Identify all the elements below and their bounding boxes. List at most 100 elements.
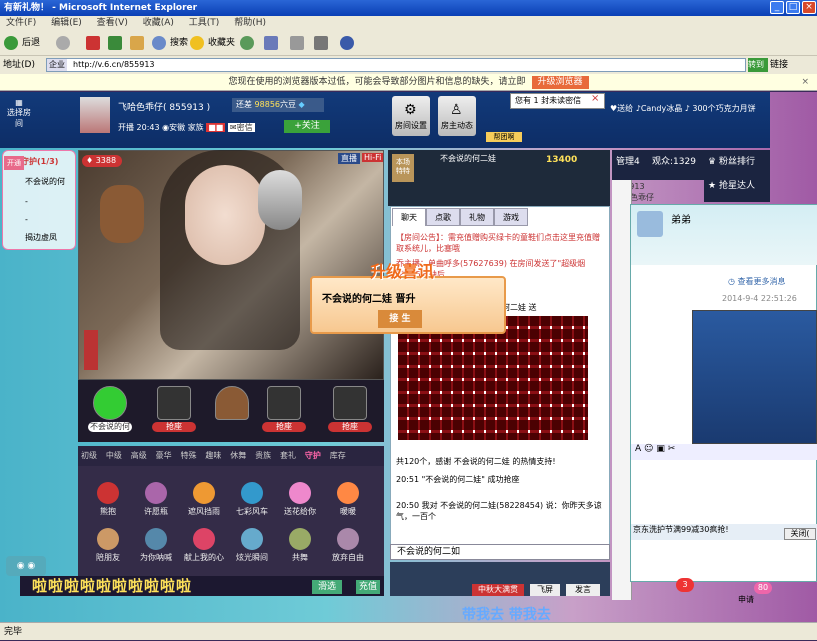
image-icon[interactable]: ▣ [656, 444, 665, 454]
tab-audience[interactable]: 观众:1329 [652, 154, 696, 167]
chat-head-count: 13400 [546, 155, 578, 165]
host-avatar[interactable] [80, 97, 110, 133]
follow-button[interactable]: +关注 [284, 120, 330, 133]
stop-button[interactable] [86, 34, 104, 52]
fly-screen-button[interactable]: 飞屏 [530, 584, 560, 596]
home-button[interactable] [130, 34, 148, 52]
qq-ad-text[interactable]: 京东洗护节满99减30疯抢! [633, 525, 729, 534]
viewer-list[interactable] [612, 180, 632, 600]
room-settings-button[interactable]: ⚙ 房间设置 [392, 96, 430, 136]
volume-meter[interactable] [84, 330, 98, 370]
chat-input[interactable]: 不会说的何二如 [390, 544, 610, 560]
menu-favorites[interactable]: 收藏(A) [143, 18, 174, 28]
apply-button[interactable]: 申请 [738, 594, 754, 605]
tab-gift-category[interactable]: 套礼 [280, 451, 296, 460]
qq-close-button[interactable]: 关闭( [784, 528, 816, 540]
minimize-button[interactable]: _ [770, 1, 784, 14]
gift-item[interactable]: 放弃自由 [328, 528, 368, 563]
notify-badge[interactable]: 3 [676, 578, 694, 592]
edit-button[interactable] [314, 34, 332, 52]
tab-song[interactable]: 点歌 [426, 208, 460, 226]
slogan-text: 带我去 带我去 [462, 607, 551, 623]
gift-item[interactable]: 共舞 [280, 528, 320, 563]
danmu-mode-button[interactable]: 滑选 [312, 580, 342, 594]
mid-autumn-button[interactable]: 中秋大满贯 [472, 584, 524, 596]
recharge-button[interactable]: 充值 [356, 580, 380, 594]
history-button[interactable] [240, 34, 258, 52]
chat-head-user[interactable]: 不会说的何二娃 [440, 153, 496, 164]
links-label[interactable]: 链接 [770, 56, 788, 74]
rank-panel: ♛ 粉丝排行 ★ 抢星达人 [704, 150, 770, 202]
favorites-button[interactable]: 收藏夹 [190, 34, 235, 52]
host-trends-button[interactable]: ♙ 房主动态 [438, 96, 476, 136]
seat-character[interactable] [210, 386, 254, 434]
rob-star-button[interactable]: ★ 抢星达人 [708, 178, 755, 191]
gift-item[interactable]: 献上我的心 [184, 528, 224, 563]
tab-gift-category[interactable]: 高级 [131, 451, 147, 460]
levelup-button[interactable]: 接 生 [378, 310, 422, 328]
font-icon[interactable]: A [635, 444, 641, 454]
host-name[interactable]: 飞哈色乖仔 [118, 103, 163, 113]
tab-gift-category[interactable]: 特殊 [181, 451, 197, 460]
gift-item[interactable]: 遮风挡雨 [184, 482, 224, 517]
menu-edit[interactable]: 编辑(E) [51, 18, 82, 28]
menu-help[interactable]: 帮助(H) [234, 18, 266, 28]
qq-avatar[interactable] [637, 211, 663, 237]
seat-slot[interactable]: 不会说的何 [88, 386, 132, 434]
tab-gift-category[interactable]: 趣味 [205, 451, 221, 460]
maximize-button[interactable]: □ [786, 1, 800, 14]
tab-gift[interactable]: 礼物 [460, 208, 494, 226]
secret-letter-button[interactable]: ✉密信 [227, 123, 255, 132]
gift-item[interactable]: 熊抱 [88, 482, 128, 517]
messenger-button[interactable] [340, 34, 358, 52]
seat-slot[interactable]: 抢座 [328, 386, 372, 434]
gift-item[interactable]: 暖暖 [328, 482, 368, 517]
tab-game[interactable]: 游戏 [494, 208, 528, 226]
qq-screenshot-image[interactable] [692, 310, 817, 444]
tab-gift-category-active[interactable]: 守护 [305, 451, 321, 460]
forward-button[interactable] [56, 34, 74, 52]
mail-button[interactable] [264, 34, 282, 52]
tab-gift-category[interactable]: 初级 [81, 451, 97, 460]
guard-open-button[interactable]: 开通 [4, 156, 24, 170]
menu-view[interactable]: 查看(V) [97, 18, 128, 28]
tab-gift-category[interactable]: 豪华 [156, 451, 172, 460]
select-room-button[interactable]: ▦ 选择房间 [4, 98, 34, 128]
close-button[interactable]: × [802, 1, 816, 14]
back-button[interactable]: 后退 [4, 34, 40, 52]
gift-item[interactable]: 送花给你 [280, 482, 320, 517]
notice-close-icon[interactable]: × [591, 93, 599, 104]
search-button[interactable]: 搜索 [152, 34, 188, 52]
team-badge[interactable]: 帮团啊 [486, 132, 522, 142]
url-input[interactable]: 企业 http://v.6.cn/855913 [46, 58, 746, 72]
upgrade-browser-button[interactable]: 升级浏览器 [531, 76, 589, 89]
tab-guard[interactable]: 管理4 [616, 154, 640, 167]
menu-tools[interactable]: 工具(T) [189, 18, 220, 28]
host-id: ( 855913 ) [163, 103, 211, 113]
go-button[interactable]: 转到 [748, 58, 768, 72]
apply-count-badge: 80 [754, 582, 772, 594]
fans-rank-button[interactable]: ♛ 粉丝排行 [708, 154, 755, 167]
video-figure-face [185, 165, 265, 265]
tab-gift-category[interactable]: 贵族 [255, 451, 271, 460]
screenshot-icon[interactable]: ✂ [668, 444, 676, 454]
tab-chat[interactable]: 聊天 [392, 208, 426, 226]
tab-gift-category[interactable]: 中级 [106, 451, 122, 460]
tab-gift-category[interactable]: 库存 [330, 451, 346, 460]
refresh-button[interactable] [108, 34, 126, 52]
qq-more-messages-link[interactable]: ◷ 查看更多消息 [728, 276, 786, 287]
print-button[interactable] [290, 34, 308, 52]
emoji-icon[interactable]: ☺ [644, 444, 653, 454]
seat-slot[interactable]: 抢座 [152, 386, 196, 434]
share-widget[interactable]: ◉ ◉ [6, 556, 46, 576]
gift-item[interactable]: 七彩风车 [232, 482, 272, 517]
send-button[interactable]: 发言 [566, 584, 600, 596]
gift-item[interactable]: 为你呐喊 [136, 528, 176, 563]
info-close-icon[interactable]: × [801, 74, 809, 91]
gift-item[interactable]: 陪朋友 [88, 528, 128, 563]
menu-file[interactable]: 文件(F) [6, 18, 36, 28]
tab-gift-category[interactable]: 休舞 [230, 451, 246, 460]
gift-item[interactable]: 许愿瓶 [136, 482, 176, 517]
gift-item[interactable]: 炫光瞬间 [232, 528, 272, 563]
seat-slot[interactable]: 抢座 [262, 386, 306, 434]
